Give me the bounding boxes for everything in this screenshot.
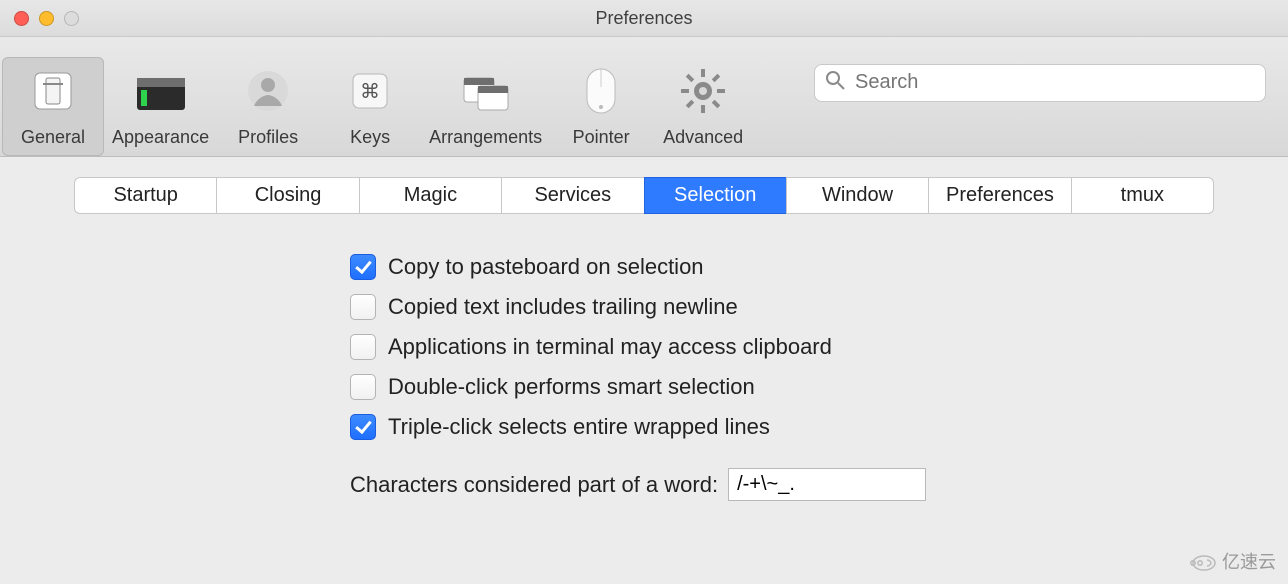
- subtab-services[interactable]: Services: [501, 177, 643, 214]
- checkbox-apps-access-clipboard[interactable]: [350, 334, 376, 360]
- subtab-preferences[interactable]: Preferences: [928, 177, 1070, 214]
- toolbar-tab-label: Appearance: [112, 127, 209, 148]
- toolbar-tab-label: Pointer: [573, 127, 630, 148]
- selection-pane: Copy to pasteboard on selection Copied t…: [0, 214, 1288, 501]
- toolbar-tab-pointer[interactable]: Pointer: [550, 57, 652, 156]
- toolbar-tab-keys[interactable]: ⌘ Keys: [319, 57, 421, 156]
- toolbar-tab-arrangements[interactable]: Arrangements: [421, 57, 550, 156]
- subtab-closing[interactable]: Closing: [216, 177, 358, 214]
- subtab-tmux[interactable]: tmux: [1071, 177, 1214, 214]
- pointer-icon: [573, 63, 629, 119]
- toolbar-tab-advanced[interactable]: Advanced: [652, 57, 754, 156]
- check-row: Copy to pasteboard on selection: [350, 254, 1288, 280]
- subtab-label: Selection: [674, 184, 756, 206]
- titlebar: Preferences: [0, 0, 1288, 37]
- watermark-text: 亿速云: [1222, 548, 1276, 574]
- checkbox-label: Double-click performs smart selection: [388, 374, 755, 400]
- window-title: Preferences: [0, 8, 1288, 29]
- subtab-label: tmux: [1121, 184, 1164, 206]
- toolbar-tab-profiles[interactable]: Profiles: [217, 57, 319, 156]
- subtab-label: Window: [822, 184, 893, 206]
- check-row: Applications in terminal may access clip…: [350, 334, 1288, 360]
- watermark: 亿速云: [1182, 548, 1276, 574]
- toolbar-tab-label: General: [21, 127, 85, 148]
- checkbox-trailing-newline[interactable]: [350, 294, 376, 320]
- check-row: Double-click performs smart selection: [350, 374, 1288, 400]
- arrangements-icon: [458, 63, 514, 119]
- subtab-label: Startup: [113, 184, 177, 206]
- word-chars-input[interactable]: [728, 468, 926, 501]
- word-chars-label: Characters considered part of a word:: [350, 472, 718, 498]
- subtab-selection[interactable]: Selection: [644, 177, 786, 214]
- profiles-icon: [240, 63, 296, 119]
- toolbar-tab-appearance[interactable]: Appearance: [104, 57, 217, 156]
- toolbar-tab-label: Arrangements: [429, 127, 542, 148]
- subtab-label: Magic: [404, 184, 457, 206]
- checkbox-label: Copy to pasteboard on selection: [388, 254, 704, 280]
- svg-text:⌘: ⌘: [360, 81, 380, 103]
- word-chars-row: Characters considered part of a word:: [350, 468, 1288, 501]
- checkbox-double-click-smart-selection[interactable]: [350, 374, 376, 400]
- general-icon: [25, 63, 81, 119]
- general-subtabs: Startup Closing Magic Services Selection…: [74, 177, 1214, 214]
- subtab-label: Closing: [255, 184, 322, 206]
- toolbar-tab-general[interactable]: General: [2, 57, 104, 156]
- subtab-label: Services: [534, 184, 611, 206]
- search-input[interactable]: [853, 70, 1255, 95]
- search-icon: [825, 70, 845, 95]
- check-row: Copied text includes trailing newline: [350, 294, 1288, 320]
- toolbar-tab-label: Profiles: [238, 127, 298, 148]
- check-row: Triple-click selects entire wrapped line…: [350, 414, 1288, 440]
- checkbox-label: Triple-click selects entire wrapped line…: [388, 414, 770, 440]
- toolbar-tab-label: Advanced: [663, 127, 743, 148]
- checkbox-copy-on-selection[interactable]: [350, 254, 376, 280]
- keys-icon: ⌘: [342, 63, 398, 119]
- advanced-icon: [675, 63, 731, 119]
- subtab-label: Preferences: [946, 184, 1054, 206]
- appearance-icon: [133, 63, 189, 119]
- search-field[interactable]: [814, 64, 1266, 102]
- checkbox-triple-click-wrapped-lines[interactable]: [350, 414, 376, 440]
- preferences-toolbar: General Appearance Profiles ⌘: [0, 37, 1288, 157]
- subtab-magic[interactable]: Magic: [359, 177, 501, 214]
- subtab-startup[interactable]: Startup: [74, 177, 216, 214]
- toolbar-tab-label: Keys: [350, 127, 390, 148]
- checkbox-label: Copied text includes trailing newline: [388, 294, 738, 320]
- checkbox-label: Applications in terminal may access clip…: [388, 334, 832, 360]
- subtab-window[interactable]: Window: [786, 177, 928, 214]
